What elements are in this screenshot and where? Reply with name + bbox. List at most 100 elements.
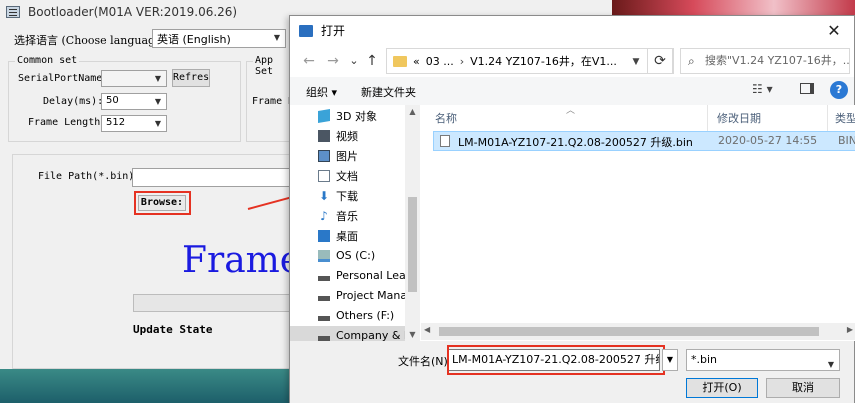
- scroll-up-icon[interactable]: ▲: [405, 107, 420, 116]
- background-photo: [612, 0, 855, 16]
- desktop-background-strip: [0, 369, 300, 403]
- breadcrumb-item[interactable]: 03 ...: [426, 55, 454, 68]
- nav-item-desktop[interactable]: 桌面: [290, 226, 408, 245]
- nav-item-videos[interactable]: 视频: [290, 126, 408, 145]
- serial-port-select[interactable]: ▼: [101, 70, 167, 87]
- nav-item-documents[interactable]: 文档: [290, 166, 408, 185]
- common-set-legend: Common set: [15, 55, 80, 66]
- view-options-icon[interactable]: ☷ ▾: [752, 82, 773, 96]
- refresh-icon[interactable]: ⟳: [647, 48, 673, 74]
- music-icon: ♪: [320, 208, 328, 223]
- nav-item-label: OS (C:): [336, 249, 376, 262]
- folder-icon: [393, 55, 407, 67]
- file-list-pane: ︿ 名称 修改日期 类型 LM-M01A-YZ107-21.Q2.08-2005…: [421, 105, 855, 341]
- forward-arrow-icon[interactable]: →: [324, 52, 342, 70]
- nav-item-drive-c[interactable]: OS (C:): [290, 246, 408, 265]
- breadcrumb-overflow[interactable]: «: [413, 55, 420, 68]
- open-button[interactable]: 打开(O): [686, 378, 758, 398]
- frame-length-select[interactable]: 512 ▼: [101, 115, 167, 132]
- file-row[interactable]: LM-M01A-YZ107-21.Q2.08-200527 升级.bin 202…: [433, 131, 855, 151]
- update-state-label: Update State: [133, 323, 213, 336]
- scroll-right-icon[interactable]: ▶: [847, 325, 853, 334]
- file-type: BIN: [838, 134, 855, 147]
- language-label: 选择语言 (Choose language): [14, 34, 166, 47]
- navigation-scrollbar[interactable]: ▲ ▼: [405, 105, 420, 341]
- help-icon[interactable]: ?: [830, 81, 848, 99]
- up-arrow-icon[interactable]: ↑: [363, 52, 381, 70]
- column-divider[interactable]: [827, 105, 828, 131]
- search-input[interactable]: ⌕ 搜索"V1.24 YZ107-16井，...: [680, 48, 850, 74]
- column-name[interactable]: 名称: [435, 110, 457, 126]
- open-file-dialog: 打开 ✕ ← → ⌄ ↑ « 03 ... › V1.24 YZ107-16井，…: [289, 15, 855, 403]
- organize-button[interactable]: 组织 ▾: [306, 84, 337, 100]
- serial-port-label: SerialPortName:: [18, 73, 109, 84]
- file-path-label: File Path(*.bin):: [38, 171, 141, 182]
- nav-item-company[interactable]: Company & Pr: [290, 326, 408, 341]
- address-row: ← → ⌄ ↑ « 03 ... › V1.24 YZ107-16井，在V1..…: [290, 45, 854, 77]
- frame-length-value: 512: [106, 117, 126, 128]
- horizontal-scrollbar[interactable]: ◀ ▶: [421, 323, 855, 340]
- new-folder-button[interactable]: 新建文件夹: [361, 84, 416, 100]
- scrollbar-thumb[interactable]: [408, 197, 417, 292]
- frame-length-label: Frame Length:: [28, 117, 107, 128]
- chevron-down-icon: ▼: [154, 74, 162, 83]
- documents-icon: [318, 169, 330, 182]
- nav-item-project-manag[interactable]: Project Manag: [290, 286, 408, 305]
- delay-value: 50: [106, 95, 119, 106]
- nav-item-label: 文档: [336, 169, 358, 183]
- close-icon[interactable]: ✕: [814, 16, 854, 45]
- nav-item-pictures[interactable]: 图片: [290, 146, 408, 165]
- dialog-titlebar: 打开 ✕: [290, 16, 854, 45]
- nav-item-label: 3D 对象: [336, 109, 377, 123]
- filename-label: 文件名(N):: [398, 355, 452, 368]
- nav-item-label: Others (F:): [336, 309, 395, 322]
- dialog-footer: 文件名(N): LM-M01A-YZ107-21.Q2.08-200527 升级…: [290, 341, 854, 403]
- chevron-down-icon: ▼: [273, 33, 281, 42]
- recent-locations-icon[interactable]: ⌄: [345, 52, 363, 70]
- nav-item-label: Company & Pr: [336, 329, 408, 341]
- window-title: Bootloader(M01A VER:2019.06.26): [28, 5, 238, 19]
- download-icon: ⬇: [318, 188, 330, 203]
- column-modified[interactable]: 修改日期: [717, 110, 761, 126]
- delay-select[interactable]: 50 ▼: [101, 93, 167, 110]
- browse-highlight-box: [134, 191, 191, 215]
- refresh-ports-button[interactable]: Refres: [172, 69, 210, 87]
- language-select[interactable]: 英语 (English) ▼: [152, 29, 286, 48]
- breadcrumb-item[interactable]: V1.24 YZ107-16井，在V1...: [470, 53, 617, 69]
- drive-icon: [318, 315, 330, 321]
- column-divider[interactable]: [707, 105, 708, 131]
- nav-item-downloads[interactable]: ⬇ 下载: [290, 186, 408, 205]
- sort-caret-icon: ︿: [566, 106, 576, 116]
- scroll-left-icon[interactable]: ◀: [424, 325, 430, 334]
- cancel-button[interactable]: 取消: [766, 378, 840, 398]
- nav-item-label: 音乐: [336, 209, 358, 223]
- navigation-pane: 3D 对象 视频 图片 文档 ⬇ 下载 ♪ 音乐 桌面 OS (C:) Pers…: [290, 105, 420, 341]
- column-type[interactable]: 类型: [835, 110, 855, 126]
- chevron-down-icon: ▼: [827, 360, 835, 369]
- language-value: 英语 (English): [157, 33, 231, 46]
- video-icon: [318, 129, 330, 142]
- nav-item-label: 下载: [336, 189, 358, 203]
- bootloader-titlebar: Bootloader(M01A VER:2019.06.26): [0, 0, 300, 24]
- chevron-down-icon[interactable]: ▼: [627, 48, 645, 74]
- search-icon: ⌕: [688, 54, 695, 68]
- scroll-down-icon[interactable]: ▼: [405, 330, 420, 339]
- chevron-down-icon[interactable]: ▼: [662, 349, 678, 371]
- breadcrumb-separator: ›: [459, 54, 465, 68]
- nav-item-personal-learn[interactable]: Personal Learn: [290, 266, 408, 285]
- nav-item-3d-objects[interactable]: 3D 对象: [290, 106, 408, 125]
- nav-item-others-f[interactable]: Others (F:): [290, 306, 408, 325]
- file-path-input[interactable]: [132, 168, 292, 187]
- filename-highlight-box: [447, 345, 665, 375]
- scrollbar-thumb[interactable]: [439, 327, 819, 336]
- nav-item-label: Personal Learn: [336, 269, 408, 282]
- nav-item-label: 视频: [336, 129, 358, 143]
- 3d-objects-icon: [318, 108, 330, 123]
- search-placeholder: 搜索"V1.24 YZ107-16井，...: [705, 54, 850, 67]
- preview-pane-icon[interactable]: [800, 83, 814, 94]
- column-headers: ︿ 名称 修改日期 类型: [421, 105, 855, 131]
- file-type-filter[interactable]: *.bin ▼: [686, 349, 840, 371]
- update-progress-bar: [133, 294, 293, 312]
- back-arrow-icon[interactable]: ←: [300, 52, 318, 70]
- nav-item-music[interactable]: ♪ 音乐: [290, 206, 408, 225]
